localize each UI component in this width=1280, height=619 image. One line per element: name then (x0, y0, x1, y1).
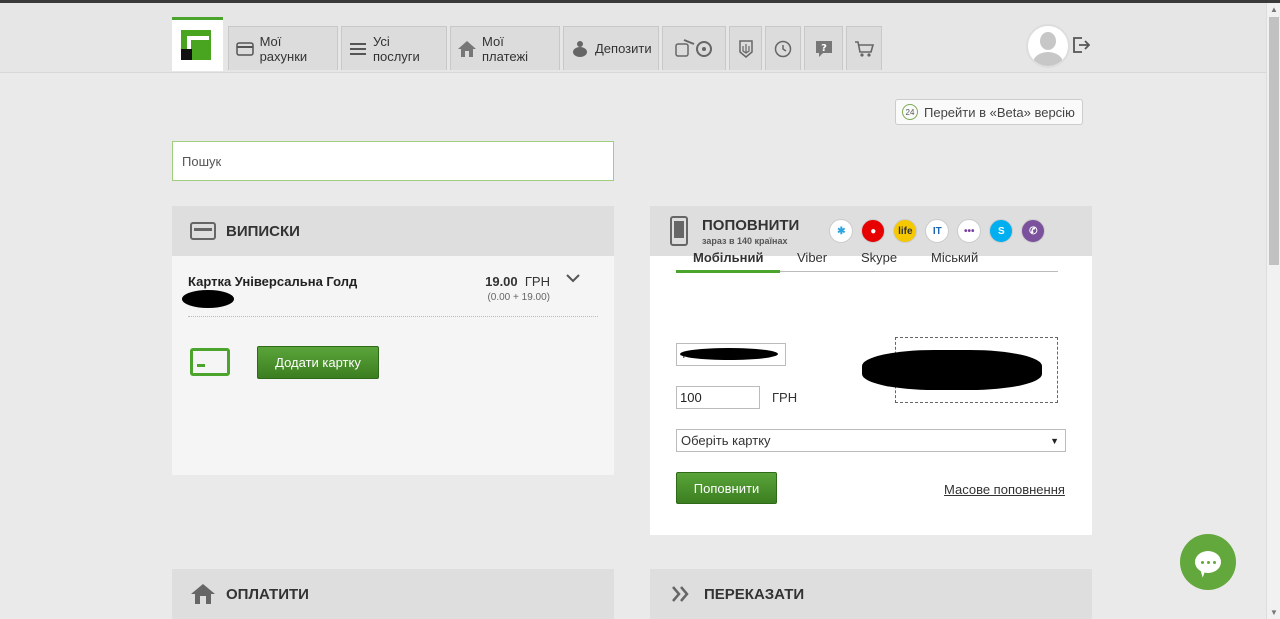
tab-landline[interactable]: Міський (931, 250, 978, 265)
add-card-button[interactable]: Додати картку (257, 346, 379, 379)
privatbank-logo[interactable] (172, 17, 223, 71)
card-balance-breakdown: (0.00 + 19.00) (487, 292, 550, 303)
double-chevron-right-icon (668, 583, 694, 605)
redacted-phone-number (680, 348, 778, 360)
transfer-title: ПЕРЕКАЗАТИ (704, 585, 805, 603)
skype-icon[interactable]: S (989, 219, 1014, 243)
mobile-phone-icon (666, 216, 692, 246)
statements-title: ВИПИСКИ (226, 222, 300, 240)
help-icon: ? (814, 39, 834, 59)
topup-tabs: Мобільний Viber Skype Міський (676, 242, 1058, 273)
active-tab-indicator (676, 270, 780, 273)
user-avatar[interactable] (1026, 24, 1070, 68)
transport-icon (674, 38, 714, 59)
mass-topup-link[interactable]: Масове поповнення (944, 482, 1065, 497)
nav-tab-label: Мої рахунки (259, 33, 308, 64)
tab-skype[interactable]: Skype (861, 250, 897, 265)
nav-tab-history[interactable] (765, 26, 801, 70)
privatbank-logo-mark (181, 30, 211, 60)
page-scrollbar[interactable]: ▲ ▼ (1266, 3, 1280, 619)
statements-header: ВИПИСКИ (172, 206, 614, 256)
credit-card-icon (235, 39, 255, 59)
topup-title: ПОПОВНИТИ (702, 216, 800, 234)
nav-tab-my-accounts[interactable]: Мої рахунки (228, 26, 338, 70)
history-icon (773, 39, 793, 59)
nav-tab-transport[interactable] (662, 26, 726, 70)
trimob-icon[interactable]: ••• (957, 219, 982, 243)
nav-tab-label: Усі послуги (372, 33, 420, 64)
transfer-header[interactable]: ПЕРЕКАЗАТИ (650, 569, 1092, 619)
card-name: Картка Універсальна Голд (188, 274, 358, 289)
card-balance: 19.00 ГРН (485, 274, 550, 289)
dropdown-arrow-icon: ▼ (1050, 435, 1059, 446)
house-icon (190, 583, 216, 605)
scroll-up-icon[interactable]: ▲ (1270, 5, 1278, 14)
redacted-card-number (182, 290, 234, 308)
list-icon (348, 39, 368, 59)
pay-header[interactable]: ОПЛАТИТИ (172, 569, 614, 619)
amount-currency: ГРН (772, 390, 798, 405)
redacted-recent-numbers (862, 350, 1042, 390)
piggy-bank-icon (570, 39, 590, 59)
nav-tab-all-services[interactable]: Усі послуги (341, 26, 447, 70)
card-select[interactable]: Оберіть картку ▼ (676, 429, 1066, 452)
chat-bubble-icon (1195, 551, 1221, 573)
pay-title: ОПЛАТИТИ (226, 585, 309, 603)
logout-icon[interactable] (1072, 36, 1091, 59)
nav-tab-my-payments[interactable]: Мої платежі (450, 26, 560, 70)
transfer-panel: ПЕРЕКАЗАТИ (650, 569, 1092, 619)
lifecell-icon[interactable]: life (893, 219, 918, 243)
cart-icon (854, 39, 874, 59)
nav-tab-gov-services[interactable] (729, 26, 762, 70)
credit-card-icon (190, 220, 216, 242)
beta-version-label: Перейти в «Beta» версію (924, 104, 1075, 120)
chevron-down-icon[interactable] (566, 270, 580, 288)
beta-version-button[interactable]: 24 Перейти в «Beta» версію (895, 99, 1083, 125)
card-select-value: Оберіть картку (681, 433, 771, 448)
nav-tab-label: Депозити (595, 41, 652, 56)
nav-tab-cart[interactable] (846, 26, 882, 70)
svg-text:?: ? (821, 43, 827, 54)
operator-icons: ✱ ● life IT ••• S ✆ (829, 219, 1046, 243)
nav-tab-help[interactable]: ? (804, 26, 843, 70)
nav-tab-deposits[interactable]: Депозити (563, 26, 659, 70)
card-balance-currency: ГРН (524, 274, 550, 289)
intertelecom-icon[interactable]: IT (925, 219, 950, 243)
topup-submit-button[interactable]: Поповнити (676, 472, 777, 504)
scroll-down-icon[interactable]: ▼ (1270, 608, 1278, 617)
scrollbar-thumb[interactable] (1269, 17, 1279, 265)
search-input[interactable] (172, 141, 614, 181)
pay-panel: ОПЛАТИТИ (172, 569, 614, 619)
divider (188, 316, 598, 317)
coat-of-arms-icon (736, 39, 755, 59)
kyivstar-icon[interactable]: ✱ (829, 219, 854, 243)
topup-panel: ПОПОВНИТИ зараз в 140 країнах ✱ ● life IT ••… (650, 206, 1092, 535)
privat24-badge-icon: 24 (902, 104, 918, 120)
chat-button[interactable] (1180, 534, 1236, 590)
nav-tab-label: Мої платежі (482, 33, 529, 64)
house-icon (457, 39, 477, 59)
card-balance-value: 19.00 (485, 274, 518, 289)
viber-icon[interactable]: ✆ (1021, 219, 1046, 243)
tab-mobile[interactable]: Мобільний (693, 250, 764, 265)
tab-viber[interactable]: Viber (797, 250, 827, 265)
amount-input[interactable] (676, 386, 760, 409)
vodafone-icon[interactable]: ● (861, 219, 886, 243)
add-card-icon (190, 348, 230, 376)
statements-panel: ВИПИСКИ Картка Універсальна Голд 19.00 Г… (172, 206, 614, 475)
